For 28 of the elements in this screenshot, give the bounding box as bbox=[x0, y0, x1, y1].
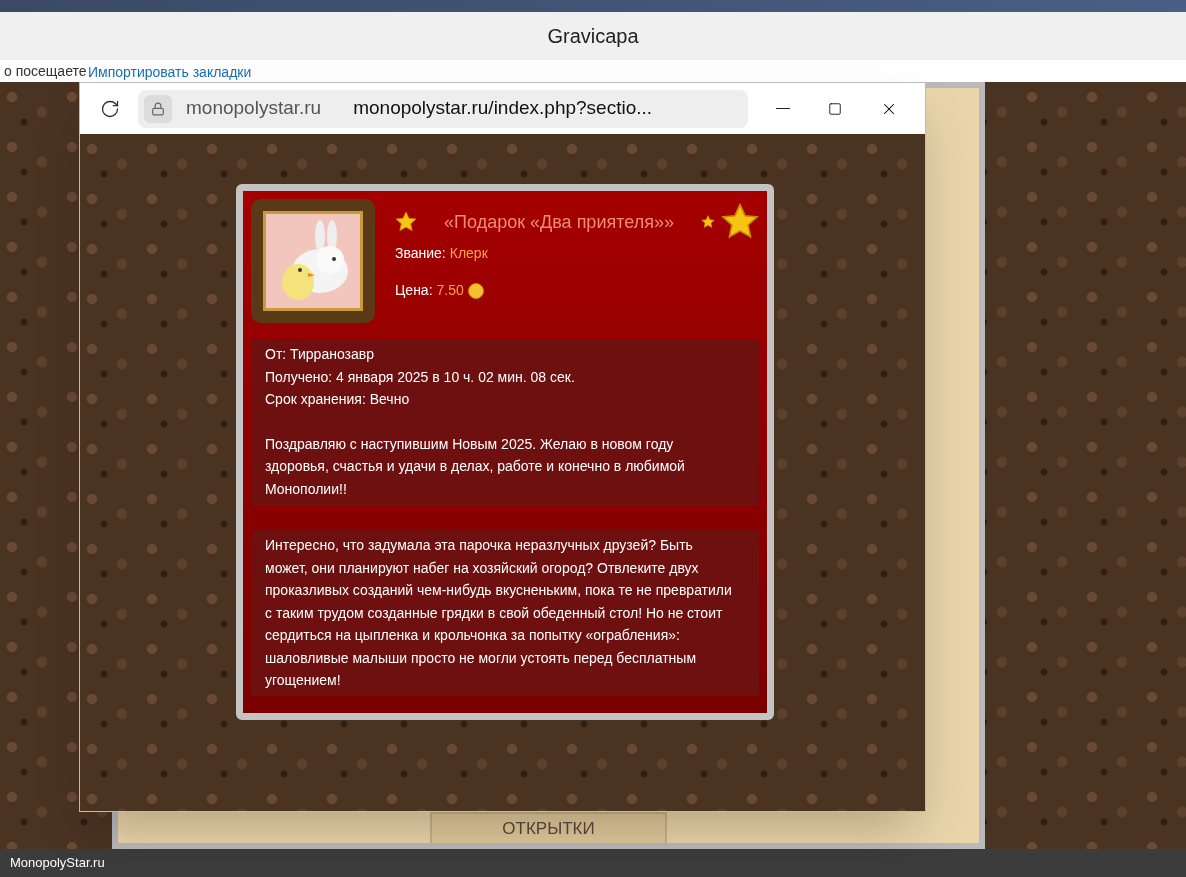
reload-icon bbox=[100, 98, 120, 119]
price-value: 7.50 bbox=[436, 281, 464, 300]
gift-detail: От: Тирранозавр bbox=[265, 345, 375, 364]
gift-title: «Подарок «Два приятеля»» bbox=[444, 210, 674, 234]
reload-button[interactable] bbox=[100, 98, 120, 119]
bookmarks-hint: о посещаете bbox=[4, 63, 87, 79]
status-text: MonopolyStar.ru bbox=[10, 854, 105, 873]
site-name: monopolystar.ru bbox=[186, 96, 322, 121]
star-icon bbox=[395, 211, 417, 233]
address-bar[interactable]: monopolystar.ru monopolystar.ru/index.php?sectio... bbox=[138, 89, 748, 128]
coin-icon bbox=[467, 282, 484, 299]
rank-value: Клерк bbox=[449, 244, 488, 263]
import-bookmarks-link[interactable]: Импортировать закладки bbox=[88, 64, 252, 80]
gift-detail: Срок хранения: Вечно bbox=[265, 390, 411, 409]
price-label: Цена: bbox=[395, 281, 433, 300]
window-title: Gravicapa bbox=[547, 24, 639, 49]
lock-icon[interactable] bbox=[144, 94, 172, 123]
gift-detail: Получено: 4 января 2025 в 10 ч. 02 мин. 08 сек. bbox=[265, 367, 576, 387]
greeting-message: Поздравляю с наступившим Новым 2025. Желаю в новом году здоровья, счастья и удачи в делах, работе и конечно в любимой Монополии!! bbox=[265, 434, 686, 499]
maximize-button[interactable] bbox=[828, 101, 842, 116]
star-icon bbox=[701, 215, 715, 229]
rank-label: Звание: bbox=[395, 244, 446, 263]
section-title: ОТКРЫТКИ bbox=[502, 818, 595, 838]
gift-description: Интересно, что задумала эта парочка неразлучных друзей? Быть может, они планируют набег на хозяйский огород? Отвлеките двух проказливых созданий чем-нибудь вкусненьким, пока те не превратили с таким трудом созданные грядки в свой обеденный стол! Но не стоит сердиться на цыпленка и крольчонка за попытку «ограбления»: шаловливые малыши просто не могли устоять перед бесплатным угощением! bbox=[265, 536, 733, 690]
maximize-icon bbox=[828, 101, 842, 116]
page-url: monopolystar.ru/index.php?sectio... bbox=[353, 96, 653, 121]
star-icon bbox=[721, 203, 759, 241]
minimize-icon bbox=[776, 107, 790, 110]
